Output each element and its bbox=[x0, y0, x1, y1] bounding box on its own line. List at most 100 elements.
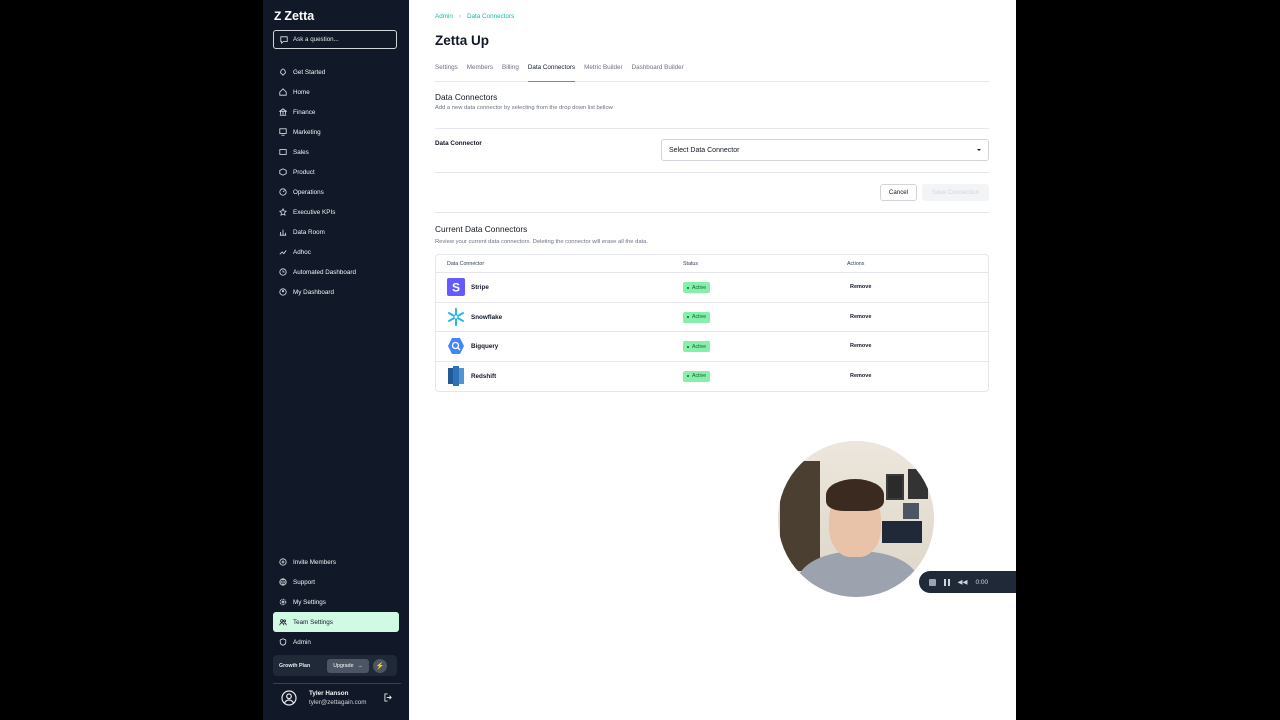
sidebar-item-executive-kpis[interactable]: Executive KPIs bbox=[273, 202, 399, 222]
user-name: Tyler Hanson bbox=[309, 690, 349, 697]
sidebar-item-finance[interactable]: Finance bbox=[273, 102, 399, 122]
webcam-overlay[interactable] bbox=[778, 441, 934, 597]
sidebar-item-product[interactable]: Product bbox=[273, 162, 399, 182]
user-info: Tyler Hanson tyler@zettagain.com bbox=[309, 690, 367, 706]
avatar-icon bbox=[281, 690, 297, 706]
save-connection-button[interactable]: Save Connection bbox=[922, 184, 989, 201]
add-connector-title: Data Connectors bbox=[435, 92, 498, 102]
connector-name: Redshift bbox=[471, 372, 497, 380]
user-email: tyler@zettagain.com bbox=[309, 699, 367, 706]
home-icon bbox=[279, 88, 287, 96]
pause-icon[interactable] bbox=[944, 578, 950, 586]
lightning-icon[interactable]: ⚡ bbox=[372, 658, 387, 673]
sidebar-item-my-dashboard[interactable]: My Dashboard bbox=[273, 282, 399, 302]
table-header: Data Connector Status Actions bbox=[436, 255, 988, 273]
sidebar-item-label: Marketing bbox=[293, 128, 321, 136]
sidebar-item-team-settings[interactable]: Team Settings bbox=[273, 612, 399, 632]
divider bbox=[435, 172, 989, 173]
redshift-icon bbox=[447, 365, 465, 386]
tab-billing[interactable]: Billing bbox=[502, 62, 519, 82]
cancel-button[interactable]: Cancel bbox=[880, 184, 917, 201]
table-row: Snowflake Active Remove bbox=[436, 303, 988, 332]
webcam-person-hair bbox=[826, 479, 884, 511]
tab-settings[interactable]: Settings bbox=[435, 62, 458, 82]
webcam-door bbox=[780, 461, 820, 571]
remove-button[interactable]: Remove bbox=[850, 284, 871, 290]
status-text: Active bbox=[692, 314, 707, 320]
status-dot-icon bbox=[687, 316, 689, 318]
ask-placeholder: Ask a question... bbox=[293, 36, 339, 43]
column-header-connector: Data Connector bbox=[447, 261, 485, 267]
stop-icon[interactable] bbox=[929, 578, 936, 586]
user-profile[interactable]: Tyler Hanson tyler@zettagain.com bbox=[281, 690, 367, 706]
sidebar-item-label: Sales bbox=[293, 148, 309, 156]
sidebar-item-marketing[interactable]: Marketing bbox=[273, 122, 399, 142]
sidebar-item-data-room[interactable]: Data Room bbox=[273, 222, 399, 242]
sidebar-item-support[interactable]: Support bbox=[273, 572, 399, 592]
sidebar-item-operations[interactable]: Operations bbox=[273, 182, 399, 202]
connector-name: Stripe bbox=[471, 284, 489, 291]
chat-icon bbox=[280, 35, 288, 44]
sidebar-item-sales[interactable]: Sales bbox=[273, 142, 399, 162]
app-window: Z Zetta Ask a question... Get Started Ho… bbox=[263, 0, 1016, 720]
trend-icon bbox=[279, 248, 287, 256]
sidebar-item-home[interactable]: Home bbox=[273, 82, 399, 102]
sidebar-item-admin[interactable]: Admin bbox=[273, 632, 399, 652]
tab-metric-builder[interactable]: Metric Builder bbox=[584, 62, 623, 82]
status-badge: Active bbox=[683, 282, 711, 293]
globe-icon bbox=[279, 578, 287, 586]
ask-question-input[interactable]: Ask a question... bbox=[273, 30, 397, 49]
sidebar-item-invite-members[interactable]: Invite Members bbox=[273, 552, 399, 572]
caret-down-icon bbox=[977, 149, 981, 151]
tab-dashboard-builder[interactable]: Dashboard Builder bbox=[632, 62, 684, 82]
table-row: S Stripe Active Remove bbox=[436, 273, 988, 303]
tab-data-connectors[interactable]: Data Connectors bbox=[527, 62, 576, 82]
sidebar-divider bbox=[273, 683, 401, 684]
upgrade-button[interactable]: Upgrade → bbox=[327, 658, 369, 673]
webcam-picture-frame bbox=[908, 469, 928, 499]
status-text: Active bbox=[692, 373, 707, 379]
sidebar-item-automated-dashboard[interactable]: Automated Dashboard bbox=[273, 262, 399, 282]
sidebar-nav: Get Started Home Finance Marketing Sales… bbox=[273, 62, 399, 302]
sidebar-item-label: My Settings bbox=[293, 598, 326, 606]
remove-button[interactable]: Remove bbox=[850, 314, 871, 320]
remove-button[interactable]: Remove bbox=[850, 343, 871, 349]
main-content: Admin › Data Connectors Zetta Up Setting… bbox=[409, 0, 1016, 720]
plus-circle-icon bbox=[279, 558, 287, 566]
monitor-icon bbox=[279, 128, 287, 136]
app-logo[interactable]: Z Zetta bbox=[274, 9, 314, 23]
sidebar-item-label: Product bbox=[293, 168, 315, 176]
status-text: Active bbox=[692, 343, 707, 350]
current-connectors-subtitle: Review your current data connectors. Del… bbox=[435, 239, 648, 245]
breadcrumb-admin[interactable]: Admin bbox=[435, 13, 453, 20]
tag-icon bbox=[279, 148, 287, 156]
recording-time: 0:00 bbox=[975, 578, 989, 586]
box-icon bbox=[279, 168, 287, 176]
logout-icon[interactable] bbox=[384, 693, 393, 702]
status-badge: Active bbox=[683, 370, 711, 382]
sidebar-item-label: Admin bbox=[293, 638, 311, 646]
bank-icon bbox=[279, 108, 287, 116]
sidebar-item-label: Team Settings bbox=[293, 618, 333, 626]
breadcrumb: Admin › Data Connectors bbox=[435, 13, 514, 20]
bar-chart-icon bbox=[279, 228, 287, 236]
plan-card: Growth Plan Upgrade → ⚡ bbox=[273, 655, 397, 676]
sidebar-item-my-settings[interactable]: My Settings bbox=[273, 592, 399, 612]
rewind-icon[interactable]: ◀◀ bbox=[958, 578, 968, 586]
status-badge: Active bbox=[683, 341, 711, 352]
sidebar-item-get-started[interactable]: Get Started bbox=[273, 62, 399, 82]
sidebar-item-adhoc[interactable]: Adhoc bbox=[273, 242, 399, 262]
status-dot-icon bbox=[687, 345, 689, 348]
status-text: Active bbox=[692, 284, 707, 291]
remove-button[interactable]: Remove bbox=[850, 373, 871, 379]
shield-icon bbox=[279, 638, 287, 646]
sidebar-item-label: Operations bbox=[293, 188, 324, 196]
data-connector-select[interactable]: Select Data Connector bbox=[661, 139, 989, 161]
breadcrumb-data-connectors[interactable]: Data Connectors bbox=[467, 13, 514, 20]
current-connectors-title: Current Data Connectors bbox=[435, 224, 528, 234]
tab-members[interactable]: Members bbox=[467, 62, 493, 82]
recording-controls: ◀◀ 0:00 bbox=[919, 571, 1016, 593]
select-value: Select Data Connector bbox=[669, 146, 740, 154]
add-connector-subtitle: Add a new data connector by selecting fr… bbox=[435, 105, 613, 111]
connectors-table: Data Connector Status Actions S Stripe A… bbox=[435, 254, 989, 392]
